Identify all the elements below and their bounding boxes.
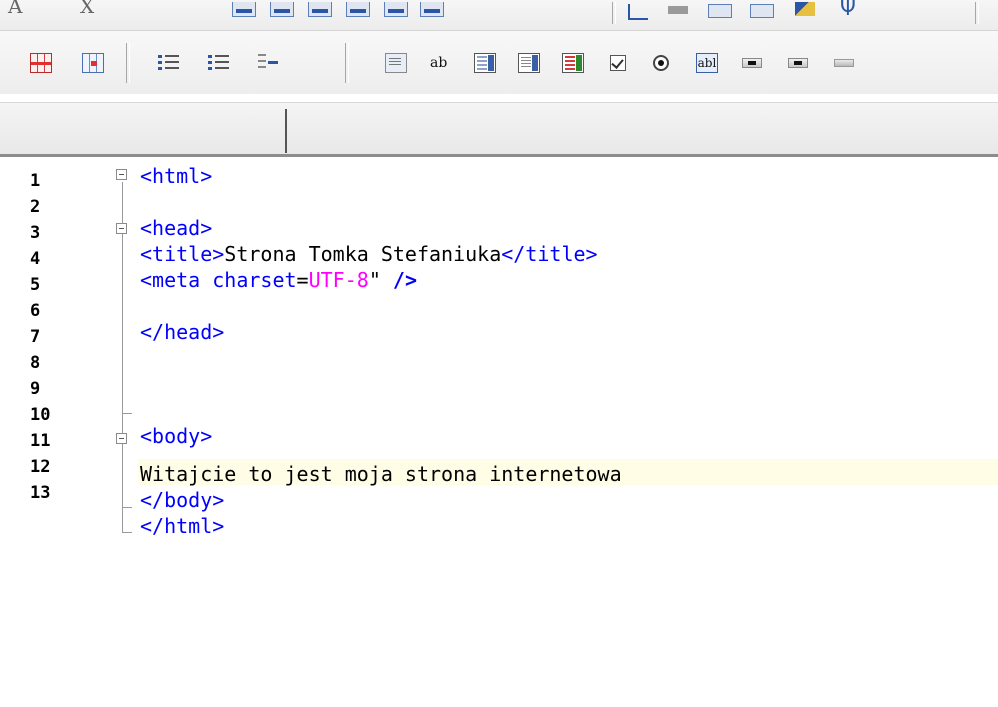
- select-icon[interactable]: [518, 53, 540, 73]
- fold-toggle-html[interactable]: [116, 169, 127, 180]
- code-line-5: <meta charset=UTF-8" />: [140, 270, 417, 290]
- fold-end-body: [122, 507, 132, 508]
- line-number: 9: [30, 379, 41, 399]
- line-number: 6: [30, 301, 41, 321]
- code-line-10: <body>: [140, 426, 212, 446]
- insert-anchor-icon[interactable]: [628, 4, 648, 20]
- form-icon[interactable]: [385, 53, 407, 73]
- meta-value: UTF-8: [308, 268, 369, 292]
- code-line-1: <html>: [140, 166, 212, 186]
- code-line-13: </html>: [140, 516, 224, 536]
- title-close-tag: </title>: [501, 242, 598, 266]
- body-close-tag: </body>: [140, 488, 225, 512]
- line-number: 2: [30, 197, 41, 217]
- line-number: 1: [30, 171, 41, 191]
- title-text: Strona Tomka Stefaniuka: [224, 242, 502, 266]
- heading-2-icon[interactable]: [270, 2, 294, 17]
- line-number: 12: [30, 457, 51, 477]
- line-number: 8: [30, 353, 41, 373]
- definition-list-icon[interactable]: [258, 53, 280, 73]
- fold-toggle-body[interactable]: [116, 433, 127, 444]
- checkbox-icon[interactable]: [610, 55, 626, 71]
- line-number: 3: [30, 223, 41, 243]
- fold-guide: [122, 182, 123, 532]
- heading-5-icon[interactable]: [384, 2, 408, 17]
- line-number: 7: [30, 327, 41, 347]
- tool-font-a-icon[interactable]: A: [8, 0, 22, 18]
- meta-quote: ": [368, 268, 381, 292]
- title-open-tag: <title>: [140, 242, 225, 266]
- code-line-4: <title>Strona Tomka Stefaniuka</title>: [140, 244, 598, 264]
- list-box-icon[interactable]: [474, 53, 496, 73]
- heading-6-icon[interactable]: [420, 2, 444, 17]
- toolbar-top: A X Ψ: [0, 0, 998, 30]
- meta-attr: charset: [212, 268, 297, 292]
- heading-3-icon[interactable]: [308, 2, 332, 17]
- line-number: 5: [30, 275, 41, 295]
- frame-icon[interactable]: [750, 4, 774, 18]
- head-close-tag: </head>: [140, 320, 225, 344]
- code-line-7: </head>: [140, 322, 224, 342]
- toolbar-spacer: [0, 94, 998, 102]
- button-icon[interactable]: [834, 59, 854, 67]
- meta-open-tag: <meta: [140, 268, 213, 292]
- document-tab-strip[interactable]: [0, 102, 998, 155]
- heading-4-icon[interactable]: [346, 2, 370, 17]
- fold-end-head: [122, 413, 132, 414]
- reset-button-icon[interactable]: [788, 58, 808, 68]
- horizontal-rule-icon[interactable]: [668, 6, 688, 14]
- line-number: 10: [30, 405, 51, 425]
- body-text: Witajcie to jest moja strona internetowa: [140, 462, 622, 486]
- html-open-tag: <html>: [140, 164, 213, 188]
- heading-1-icon[interactable]: [232, 2, 256, 17]
- toolbar-separator: [975, 2, 979, 24]
- ordered-list-icon[interactable]: [158, 53, 180, 73]
- line-number: 11: [30, 431, 51, 451]
- toolbar-separator: [126, 43, 130, 83]
- table-cell-icon[interactable]: [82, 53, 104, 73]
- table-icon[interactable]: [30, 53, 52, 73]
- edit-icon[interactable]: [795, 2, 815, 16]
- code-line-11: Witajcie to jest moja strona internetowa: [140, 464, 622, 484]
- radio-button-icon[interactable]: [653, 55, 669, 71]
- text-input-icon[interactable]: ab: [430, 53, 452, 73]
- code-line-3: <head>: [140, 218, 212, 238]
- special-char-icon[interactable]: Ψ: [840, 0, 856, 20]
- line-number: 4: [30, 249, 41, 269]
- html-close-tag: </html>: [140, 514, 225, 538]
- meta-close: />: [380, 268, 417, 292]
- tool-x-icon[interactable]: X: [80, 0, 94, 18]
- image-icon[interactable]: [708, 4, 732, 18]
- text-field-icon[interactable]: abl: [696, 53, 718, 73]
- body-open-tag: <body>: [140, 424, 213, 448]
- tab-divider: [285, 109, 287, 153]
- toolbar-separator: [612, 2, 616, 24]
- code-line-12: </body>: [140, 490, 224, 510]
- line-number: 13: [30, 483, 51, 503]
- unordered-list-icon[interactable]: [208, 53, 230, 73]
- select-multi-icon[interactable]: [562, 53, 584, 73]
- toolbar-forms: ab abl: [0, 30, 998, 95]
- fold-toggle-head[interactable]: [116, 223, 127, 234]
- submit-button-icon[interactable]: [742, 58, 762, 68]
- code-editor[interactable]: 1 2 3 4 5 6 7 8 9 10 11 12 13 <html> <he…: [0, 157, 998, 707]
- head-open-tag: <head>: [140, 216, 213, 240]
- fold-end-html: [122, 532, 132, 533]
- meta-equals: =: [296, 268, 309, 292]
- toolbar-separator: [345, 43, 349, 83]
